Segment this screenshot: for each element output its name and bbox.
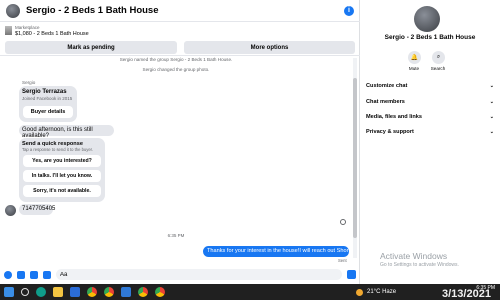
message-timestamp: 6:35 PM	[167, 233, 185, 238]
chat-members-row[interactable]: Chat members ⌄	[366, 99, 494, 105]
sender-avatar[interactable]	[5, 205, 16, 216]
edge-icon[interactable]	[36, 287, 46, 297]
chevron-down-icon: ⌄	[489, 129, 494, 135]
media-files-links-row[interactable]: Media, files and links ⌄	[366, 114, 494, 120]
gif-icon[interactable]	[43, 270, 51, 279]
quick-response-button[interactable]: Sorry, it's not available.	[23, 185, 101, 197]
chat-title[interactable]: Sergio - 2 Beds 1 Bath House	[26, 5, 344, 16]
chrome-icon[interactable]	[87, 287, 97, 297]
chrome-icon[interactable]	[104, 287, 114, 297]
search-label: Search	[430, 66, 446, 71]
weather-icon[interactable]	[356, 288, 363, 296]
mark-as-pending-button[interactable]: Mark as pending	[5, 41, 177, 54]
listing-category: Marketplace	[15, 25, 40, 30]
system-tray: 21°C Haze	[356, 284, 396, 300]
info-icon[interactable]: i	[344, 5, 354, 16]
row-label: Media, files and links	[366, 114, 422, 120]
seen-avatar-icon	[340, 219, 346, 225]
listing-thumbnail[interactable]	[5, 26, 12, 35]
system-message: Sergio changed the group photo.	[142, 67, 210, 72]
store-icon[interactable]	[70, 287, 80, 297]
scrollbar[interactable]	[353, 58, 357, 258]
quick-response-button[interactable]: In talks. I'll let you know.	[23, 170, 101, 182]
scroll-thumb[interactable]	[353, 78, 357, 238]
windows-start-icon[interactable]	[4, 287, 14, 297]
taskbar: 21°C Haze 6:35 PM 3/13/2021	[0, 284, 500, 300]
thumbs-up-icon[interactable]	[347, 270, 356, 279]
sent-status: Sent	[338, 258, 347, 263]
row-label: Customize chat	[366, 83, 408, 89]
listing-title[interactable]: $1,080 - 2 Beds 1 Bath House	[15, 31, 89, 37]
activate-windows-subtitle: Go to Settings to activate Windows.	[380, 262, 459, 268]
buyer-joined: Joined Facebook in 2015	[22, 96, 73, 101]
system-message: Sergio named the group Sergio - 2 Beds 1…	[119, 57, 233, 62]
privacy-support-row[interactable]: Privacy & support ⌄	[366, 129, 494, 135]
more-options-button[interactable]: More options	[184, 41, 355, 54]
chevron-down-icon: ⌄	[489, 83, 494, 89]
buyer-details-button[interactable]: Buyer details	[23, 106, 73, 118]
message-bubble: Good afternoon, is this still available?	[19, 125, 114, 139]
group-avatar-large[interactable]	[414, 6, 440, 32]
plus-icon[interactable]	[4, 270, 12, 279]
message-bubble: Sergio Terrazas Joined Facebook in 2015 …	[19, 86, 77, 122]
mail-icon[interactable]	[121, 287, 131, 297]
group-avatar[interactable]	[6, 3, 20, 18]
customize-chat-row[interactable]: Customize chat ⌄	[366, 83, 494, 89]
search-icon[interactable]: ⌕	[432, 51, 445, 64]
chrome-icon[interactable]	[155, 287, 165, 297]
file-explorer-icon[interactable]	[53, 287, 63, 297]
bell-icon[interactable]: 🔔	[408, 51, 421, 64]
message-input[interactable]	[56, 269, 342, 280]
chrome-icon[interactable]	[138, 287, 148, 297]
image-icon[interactable]	[17, 270, 25, 279]
group-name: Sergio - 2 Beds 1 Bath House	[384, 34, 476, 41]
composer	[0, 265, 360, 284]
chat-info-pane: Sergio - 2 Beds 1 Bath House 🔔 ⌕ Mute Se…	[360, 0, 500, 284]
quick-response-subtitle: Tap a response to send it to the buyer.	[22, 147, 94, 152]
sender-name: Sergio	[22, 80, 36, 85]
message-bubble: 7147705405	[19, 204, 55, 215]
buyer-name: Sergio Terrazas	[22, 89, 67, 95]
outgoing-message-bubble: Thanks for your interest in the house!I …	[203, 246, 349, 257]
taskbar-search-icon[interactable]	[21, 288, 29, 296]
chat-pane: Sergio - 2 Beds 1 Bath House i Marketpla…	[0, 0, 360, 284]
weather-text[interactable]: 21°C Haze	[367, 289, 396, 295]
quick-response-button[interactable]: Yes, are you interested?	[23, 155, 101, 167]
clock-date: 3/13/2021	[442, 288, 491, 300]
row-label: Privacy & support	[366, 129, 414, 135]
activate-windows-title: Activate Windows	[380, 251, 448, 261]
quick-response-bubble: Send a quick response Tap a response to …	[19, 138, 105, 202]
sticker-icon[interactable]	[30, 270, 38, 279]
chevron-down-icon: ⌄	[489, 114, 494, 120]
clock[interactable]: 6:35 PM 3/13/2021	[442, 285, 495, 300]
chevron-down-icon: ⌄	[489, 99, 494, 105]
row-label: Chat members	[366, 99, 405, 105]
chat-header: Sergio - 2 Beds 1 Bath House i	[0, 0, 360, 22]
